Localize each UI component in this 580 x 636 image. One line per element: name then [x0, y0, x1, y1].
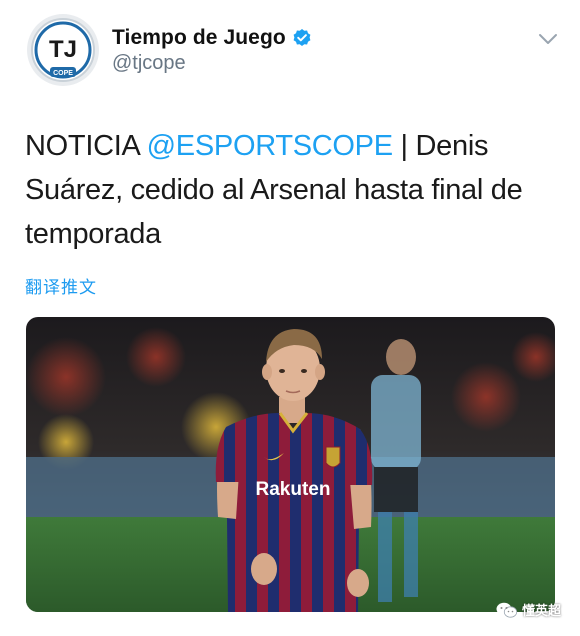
mention-link[interactable]: @ESPORTSCOPE — [147, 130, 393, 162]
avatar-initials: TJ — [49, 36, 77, 63]
name-row: Tiempo de Juego — [112, 24, 312, 52]
account-handle[interactable]: @tjcope — [112, 52, 186, 75]
tweet-text-prefix: NOTICIA — [25, 130, 147, 162]
tweet-text: NOTICIA @ESPORTSCOPE | Denis Suárez, ced… — [25, 124, 550, 256]
display-name[interactable]: Tiempo de Juego — [112, 26, 286, 50]
tjcope-logo-icon: TJ COPE — [27, 14, 99, 86]
tweet-card: TJ COPE Tiempo de Juego @tjcope NOTICIA … — [0, 0, 580, 636]
avatar-sub-label: COPE — [53, 70, 73, 77]
translate-tweet-link[interactable]: 翻译推文 — [25, 273, 97, 298]
verified-badge-icon — [293, 29, 311, 46]
jersey-sponsor-text: Rakuten — [256, 479, 331, 500]
watermark-text: 懂英超 — [522, 604, 562, 619]
chevron-down-icon[interactable] — [537, 30, 559, 48]
avatar[interactable]: TJ COPE — [26, 13, 100, 87]
watermark: 懂英超 — [496, 600, 561, 619]
wechat-icon — [496, 602, 518, 618]
player-photo-image: Rakuten — [26, 317, 555, 612]
tweet-photo[interactable]: Rakuten — [26, 317, 555, 612]
